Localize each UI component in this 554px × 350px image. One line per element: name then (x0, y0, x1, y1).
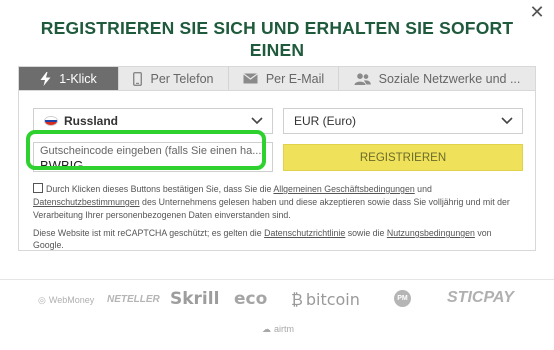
lightning-icon (40, 71, 51, 86)
registration-tabs: 1-Klick Per Telefon Per E-Mail Soziale N… (18, 66, 536, 91)
terms-link[interactable]: Allgemeinen Geschäftsbedingungen (273, 184, 414, 194)
tab-label: Per E-Mail (265, 71, 325, 86)
terms-checkbox[interactable] (33, 183, 43, 193)
bitcoin-label: bitcoin (305, 290, 360, 309)
envelope-icon (242, 73, 258, 84)
airtm-logo: ☁ airtm (262, 324, 294, 334)
one-click-panel: Russland EUR (Euro) Gutscheincode eingeb… (18, 91, 536, 251)
title-line-1: REGISTRIEREN SIE SICH UND ERHALTEN SIE S… (40, 18, 514, 60)
tab-label: 1-Klick (59, 71, 97, 86)
promo-code-input[interactable]: Gutscheincode eingeben (falls Sie einen … (33, 142, 273, 173)
chevron-down-icon (250, 113, 264, 127)
tab-social[interactable]: Soziale Netzwerke und ... (339, 67, 535, 90)
currency-value: EUR (Euro) (294, 114, 357, 128)
tab-one-click[interactable]: 1-Klick (19, 67, 119, 90)
country-select[interactable]: Russland (33, 108, 273, 134)
perfect-money-logo: PM (394, 290, 411, 307)
tab-label: Soziale Netzwerke und ... (378, 71, 521, 86)
privacy-policy-link[interactable]: Datenschutzbestimmungen (33, 197, 140, 207)
register-button[interactable]: REGISTRIEREN (283, 144, 523, 171)
sticpay-logo: STICPAY (447, 289, 514, 306)
registration-modal: ✕ REGISTRIEREN SIE SICH UND ERHALTEN SIE… (0, 0, 554, 279)
webmoney-label: WebMoney (48, 295, 95, 305)
users-icon (354, 72, 371, 85)
terms-text-part: Durch Klicken dieses Buttons bestätigen … (46, 184, 274, 194)
currency-select[interactable]: EUR (Euro) (283, 108, 523, 134)
captcha-text-part: sowie die (345, 228, 387, 238)
google-terms-link[interactable]: Nutzungsbedingungen (387, 228, 475, 238)
phone-icon (133, 71, 143, 86)
recaptcha-notice: Diese Website ist mit reCAPTCHA geschütz… (33, 227, 523, 251)
terms-text: Durch Klicken dieses Buttons bestätigen … (33, 183, 523, 222)
country-value: Russland (64, 114, 119, 128)
google-privacy-link[interactable]: Datenschutzrichtlinie (264, 228, 345, 238)
neteller-logo: NETELLER (107, 294, 160, 305)
tab-email[interactable]: Per E-Mail (229, 67, 339, 90)
skrill-logo: Skrill (170, 289, 220, 309)
terms-text-part: und (414, 184, 432, 194)
promo-code-placeholder: Gutscheincode eingeben (falls Sie einen … (40, 145, 262, 157)
webmoney-logo: ◎ WebMoney (38, 295, 95, 305)
payment-methods: ◎ WebMoney NETELLER Skrill eco ₿ bitcoin P… (0, 280, 554, 350)
airtm-label: airtm (274, 324, 294, 334)
tab-phone[interactable]: Per Telefon (119, 67, 229, 90)
captcha-text-part: Diese Website ist mit reCAPTCHA geschütz… (33, 228, 265, 238)
bitcoin-logo: ₿ bitcoin (291, 290, 360, 309)
tab-label: Per Telefon (150, 71, 214, 86)
promo-code-value: BWBIG (40, 158, 84, 173)
chevron-down-icon (500, 113, 514, 127)
eco-logo: eco (234, 289, 268, 309)
russia-flag-icon (44, 116, 58, 126)
